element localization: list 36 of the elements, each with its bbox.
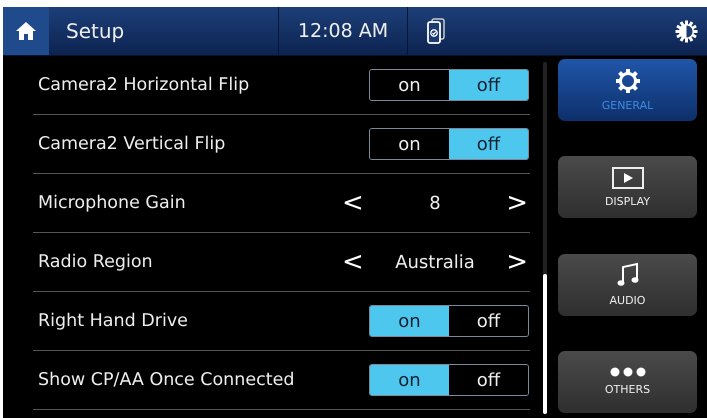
setting-label: Camera2 Vertical Flip [38,134,226,154]
category-tab[interactable]: OTHERS [558,350,697,413]
setting-value: Australia [395,252,475,272]
scrollbar-thumb[interactable] [543,274,547,414]
setting-value: 8 [429,192,441,214]
previous-button[interactable]: < [340,188,366,218]
next-button[interactable]: > [504,188,530,218]
on-option[interactable]: on [370,306,449,336]
gear-icon [616,68,640,92]
next-button[interactable]: > [504,247,530,277]
brightness-icon [675,20,698,42]
on-off-switch[interactable]: on off [369,128,529,160]
on-off-switch[interactable]: on off [369,69,529,101]
category-tab[interactable]: AUDIO [558,254,697,316]
previous-button[interactable]: < [340,247,366,277]
setting-label: Radio Region [38,252,153,272]
on-off-switch[interactable]: on off [369,364,529,396]
on-off-switch[interactable]: on off [369,305,529,337]
setting-label: Microphone Gain [38,193,186,213]
home-button[interactable] [3,7,49,55]
phone-check-icon [426,18,446,44]
on-option[interactable]: on [370,365,449,395]
setting-label: Right Hand Drive [38,311,188,331]
play-screen-icon [612,166,644,189]
off-option[interactable]: off [449,70,528,100]
clock-time: 12:08 AM [278,7,408,55]
category-tab[interactable]: DISPLAY [558,156,697,218]
phone-connection-button[interactable] [426,18,446,44]
brightness-button[interactable] [675,20,698,42]
home-icon [15,21,37,41]
off-option[interactable]: off [449,129,528,159]
screen-title: Setup [66,19,126,43]
setting-label: Camera2 Horizontal Flip [38,75,250,95]
music-note-icon [616,262,640,288]
dots-icon [610,367,646,378]
setting-label: Show CP/AA Once Connected [38,370,294,390]
